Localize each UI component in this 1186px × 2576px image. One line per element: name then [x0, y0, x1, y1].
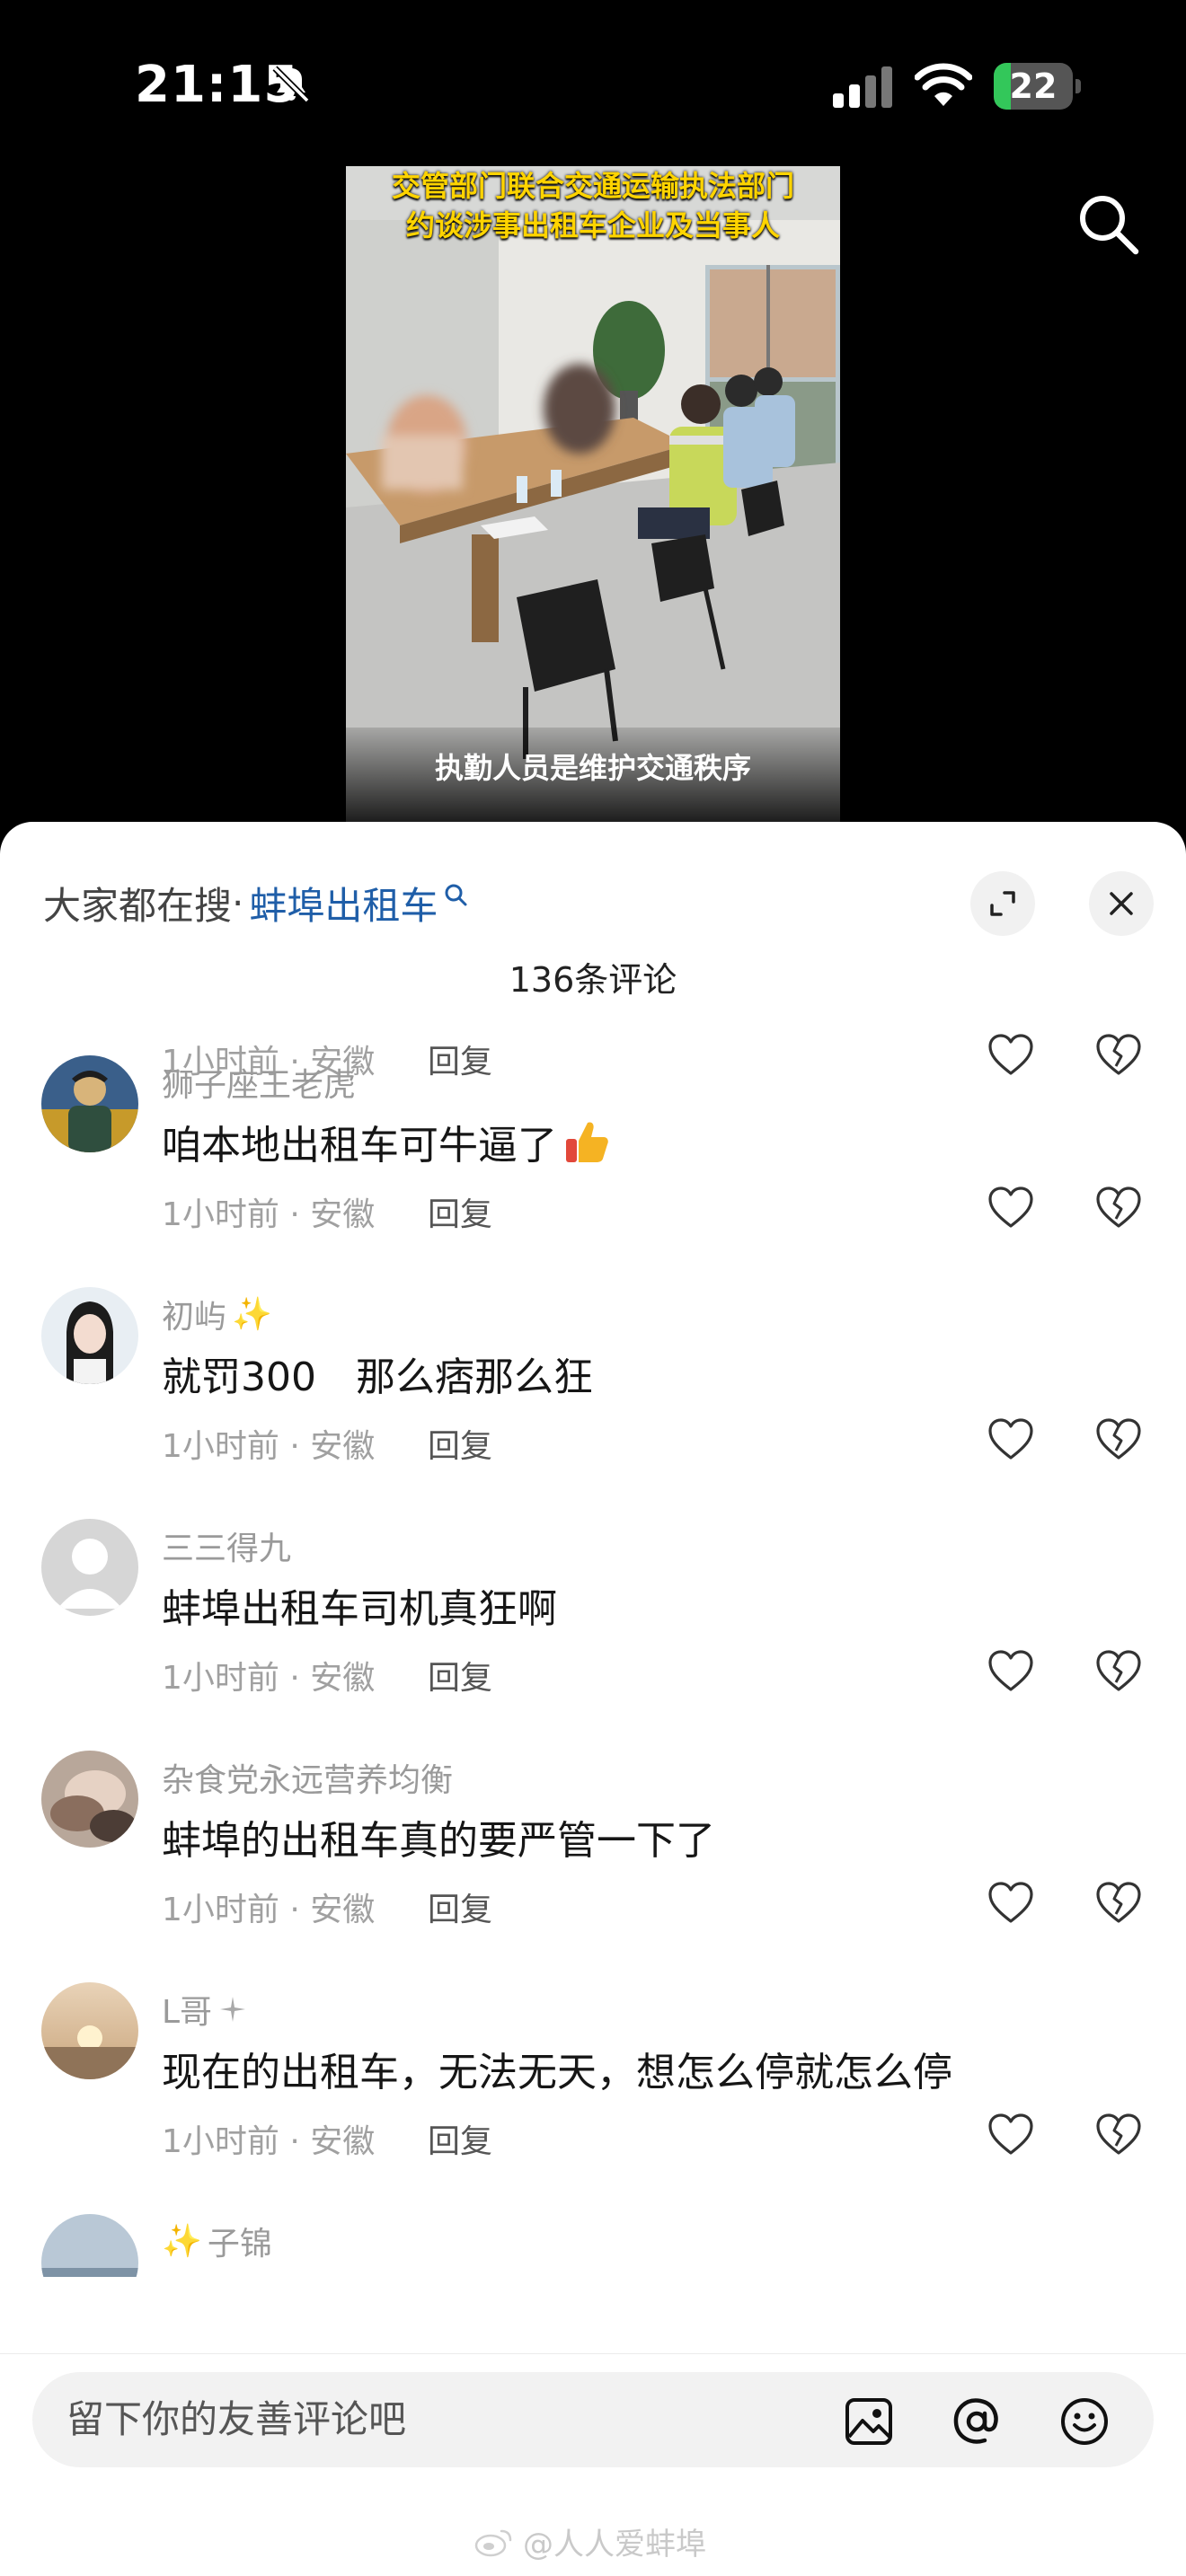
broken-heart-icon[interactable]: [1094, 1648, 1143, 1695]
sparkles-icon: ✨: [232, 1296, 272, 1333]
comment-item: 初屿 ✨ 就罚300 那么痞那么狂 1小时前 · 安徽 回复: [0, 1287, 1186, 1519]
reply-button[interactable]: 回复: [428, 2115, 492, 2162]
avatar[interactable]: [41, 1519, 138, 1616]
search-icon[interactable]: [1075, 190, 1141, 257]
avatar[interactable]: [41, 1055, 138, 1152]
search-icon: [445, 884, 467, 906]
video-title-line1: 交管部门联合交通运输执法部门: [391, 169, 794, 203]
comment-text-body: 咱本地出租车可牛逼了: [162, 1123, 557, 1169]
video-player[interactable]: 交管部门联合交通运输执法部门 约谈涉事出租车企业及当事人 执勤人员是维护交通秩序: [346, 166, 840, 822]
broken-heart-icon[interactable]: [1094, 1185, 1143, 1231]
reply-button[interactable]: 回复: [428, 1420, 492, 1467]
comment-author-name: 初屿: [162, 1299, 227, 1336]
star-badge-icon: [220, 1997, 246, 2022]
heart-icon[interactable]: [987, 1648, 1035, 1695]
video-caption: 执勤人员是维护交通秩序: [346, 728, 840, 822]
video-title: 交管部门联合交通运输执法部门 约谈涉事出租车企业及当事人: [346, 166, 840, 245]
avatar[interactable]: [41, 2214, 138, 2277]
watermark: @人人爱蚌埠: [474, 2519, 706, 2563]
comment-author-name: L哥: [162, 1994, 213, 2031]
comment-author[interactable]: 三三得九: [162, 1522, 291, 1569]
comment-input[interactable]: 留下你的友善评论吧: [32, 2372, 1154, 2467]
comments-panel: 大家都在搜 · 蚌埠出租车 136条评论 1小时前 · 安徽 回复 狮子座王老虎…: [0, 822, 1186, 2576]
comment-author[interactable]: 狮子座王老虎: [162, 1059, 356, 1106]
reply-button[interactable]: 回复: [428, 1188, 492, 1235]
bell-slash-icon: [272, 66, 310, 103]
reply-button[interactable]: 回复: [428, 1652, 492, 1698]
comment-meta: 1小时前 · 安徽: [162, 1196, 376, 1233]
comment-text: 蚌埠出租车司机真狂啊: [162, 1586, 557, 1632]
emoji-icon[interactable]: [1058, 2395, 1111, 2448]
comment-author-name: 子锦: [207, 2226, 272, 2263]
expand-icon: [990, 891, 1015, 916]
heart-icon[interactable]: [987, 1880, 1035, 1927]
comment-author[interactable]: ✨ 子锦: [162, 2218, 272, 2264]
avatar[interactable]: [41, 1287, 138, 1384]
comment-input-bar: 留下你的友善评论吧: [0, 2353, 1186, 2479]
comment-author[interactable]: 初屿 ✨: [162, 1291, 272, 1337]
sparkles-icon: ✨: [162, 2223, 202, 2260]
trending-search: 大家都在搜 · 蚌埠出租车: [43, 867, 468, 939]
broken-heart-icon[interactable]: [1094, 1880, 1143, 1927]
at-icon[interactable]: [951, 2395, 1003, 2448]
comment-meta: 1小时前 · 安徽: [162, 2123, 376, 2160]
comment-meta: 1小时前 · 安徽: [162, 1892, 376, 1928]
broken-heart-icon[interactable]: [1094, 1416, 1143, 1463]
cellular-signal-icon: [833, 66, 892, 108]
battery-level: 22: [1009, 66, 1058, 106]
comment-count: 136条评论: [509, 960, 677, 1000]
heart-icon[interactable]: [987, 1416, 1035, 1463]
trending-search-prefix: 大家都在搜: [43, 883, 233, 928]
heart-icon[interactable]: [987, 2112, 1035, 2158]
close-button[interactable]: [1089, 871, 1154, 936]
battery-icon: 22: [994, 63, 1082, 110]
weibo-icon: [474, 2529, 512, 2556]
comment-meta: 1小时前 · 安徽: [162, 1428, 376, 1465]
status-bar: 21:15 22: [0, 0, 1186, 162]
video-frame-scene: [346, 166, 840, 822]
comment-item: 狮子座王老虎 咱本地出租车可牛逼了 1小时前 · 安徽 回复: [0, 1055, 1186, 1287]
avatar[interactable]: [41, 1751, 138, 1848]
avatar[interactable]: [41, 1982, 138, 2079]
comment-author[interactable]: 杂食党永远营养均衡: [162, 1754, 453, 1801]
comment-text: 咱本地出租车可牛逼了: [162, 1113, 611, 1170]
close-icon: [1110, 892, 1133, 915]
comment-item: 杂食党永远营养均衡 蚌埠的出租车真的要严管一下了 1小时前 · 安徽 回复: [0, 1751, 1186, 1982]
heart-icon[interactable]: [987, 1185, 1035, 1231]
image-icon[interactable]: [843, 2395, 895, 2448]
trending-search-link[interactable]: 蚌埠出租车: [249, 876, 438, 931]
expand-button[interactable]: [970, 871, 1035, 936]
comment-text: 现在的出租车，无法无天，想怎么停就怎么停: [162, 2050, 952, 2095]
comment-input-placeholder: 留下你的友善评论吧: [66, 2397, 407, 2441]
comment-text: 就罚300 那么痞那么狂: [162, 1354, 593, 1400]
comment-item: ✨ 子锦: [0, 2214, 1186, 2277]
watermark-text: @人人爱蚌埠: [523, 2527, 706, 2563]
comment-meta: 1小时前 · 安徽: [162, 1660, 376, 1697]
trending-search-separator: ·: [232, 880, 244, 925]
comment-author[interactable]: L哥: [162, 1986, 248, 2033]
thumbs-up-icon: [566, 1122, 608, 1162]
broken-heart-icon[interactable]: [1094, 2112, 1143, 2158]
video-title-line2: 约谈涉事出租车企业及当事人: [405, 208, 780, 243]
comment-list[interactable]: 1小时前 · 安徽 回复 狮子座王老虎 咱本地出租车可牛逼了 1小时前 · 安徽…: [0, 1019, 1186, 2277]
reply-button[interactable]: 回复: [428, 1883, 492, 1930]
comment-item: 三三得九 蚌埠出租车司机真狂啊 1小时前 · 安徽 回复: [0, 1519, 1186, 1751]
comment-item: L哥 现在的出租车，无法无天，想怎么停就怎么停 1小时前 · 安徽 回复: [0, 1982, 1186, 2214]
wifi-icon: [915, 63, 972, 106]
comment-text: 蚌埠的出租车真的要严管一下了: [162, 1818, 715, 1864]
